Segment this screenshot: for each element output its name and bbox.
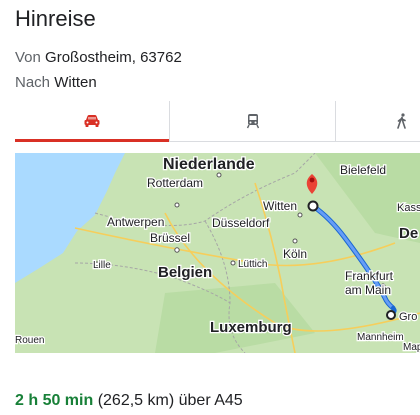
label-luxemburg: Luxemburg xyxy=(210,319,292,336)
label-rotterdam: Rotterdam xyxy=(147,176,203,190)
label-de: De xyxy=(399,225,418,242)
origin-row: Von Großostheim, 63762 xyxy=(15,49,182,66)
label-rouen: Rouen xyxy=(15,335,44,346)
city-dot xyxy=(174,247,180,253)
label-luettich: Lüttich xyxy=(238,259,267,270)
route-distance: (262,5 km) xyxy=(97,392,175,409)
label-map-cut: Map xyxy=(403,342,420,353)
tab-walking[interactable] xyxy=(335,101,420,141)
label-kass: Kass xyxy=(397,202,420,214)
city-dot xyxy=(292,238,298,244)
label-mannheim: Mannheim xyxy=(357,332,404,343)
label-koeln: Köln xyxy=(283,247,307,261)
label-frankfurt: Frankfurt xyxy=(345,269,394,283)
city-dot xyxy=(230,260,236,266)
destination-value: Witten xyxy=(54,74,97,91)
route-via: über A45 xyxy=(178,392,243,409)
origin-label: Von xyxy=(15,49,41,66)
label-niederlande: Niederlande xyxy=(163,156,255,173)
label-am-main: am Main xyxy=(345,283,391,297)
walking-icon xyxy=(397,113,406,129)
origin-value: Großostheim, 63762 xyxy=(45,49,182,66)
destination-row: Nach Witten xyxy=(15,74,97,91)
destination-label: Nach xyxy=(15,74,51,91)
page-title: Hinreise xyxy=(15,6,96,31)
route-summary: 2 h 50 min (262,5 km) über A45 xyxy=(15,392,243,410)
label-lille: Lille xyxy=(93,260,111,271)
label-duesseldorf: Düsseldorf xyxy=(212,216,270,230)
label-bielefeld: Bielefeld xyxy=(340,163,386,177)
city-dot xyxy=(174,202,180,208)
train-icon xyxy=(246,114,260,129)
label-gro: Gro xyxy=(399,311,417,323)
label-antwerpen: Antwerpen xyxy=(107,215,164,229)
destination-marker xyxy=(307,200,319,212)
tab-car[interactable] xyxy=(15,101,169,142)
label-witten: Witten xyxy=(263,199,297,213)
route-map[interactable]: Niederlande Rotterdam Antwerpen Brüssel … xyxy=(15,153,420,353)
route-duration: 2 h 50 min xyxy=(15,392,94,409)
city-dot xyxy=(297,212,303,218)
map-canvas: Niederlande Rotterdam Antwerpen Brüssel … xyxy=(15,153,420,353)
travel-mode-tabs xyxy=(15,101,420,142)
tab-transit[interactable] xyxy=(169,101,336,141)
origin-marker xyxy=(386,310,396,320)
city-dot xyxy=(216,172,222,178)
car-icon xyxy=(84,115,100,127)
label-brussel: Brüssel xyxy=(150,231,190,245)
selected-tab-indicator xyxy=(15,139,169,142)
label-belgien: Belgien xyxy=(158,264,212,281)
